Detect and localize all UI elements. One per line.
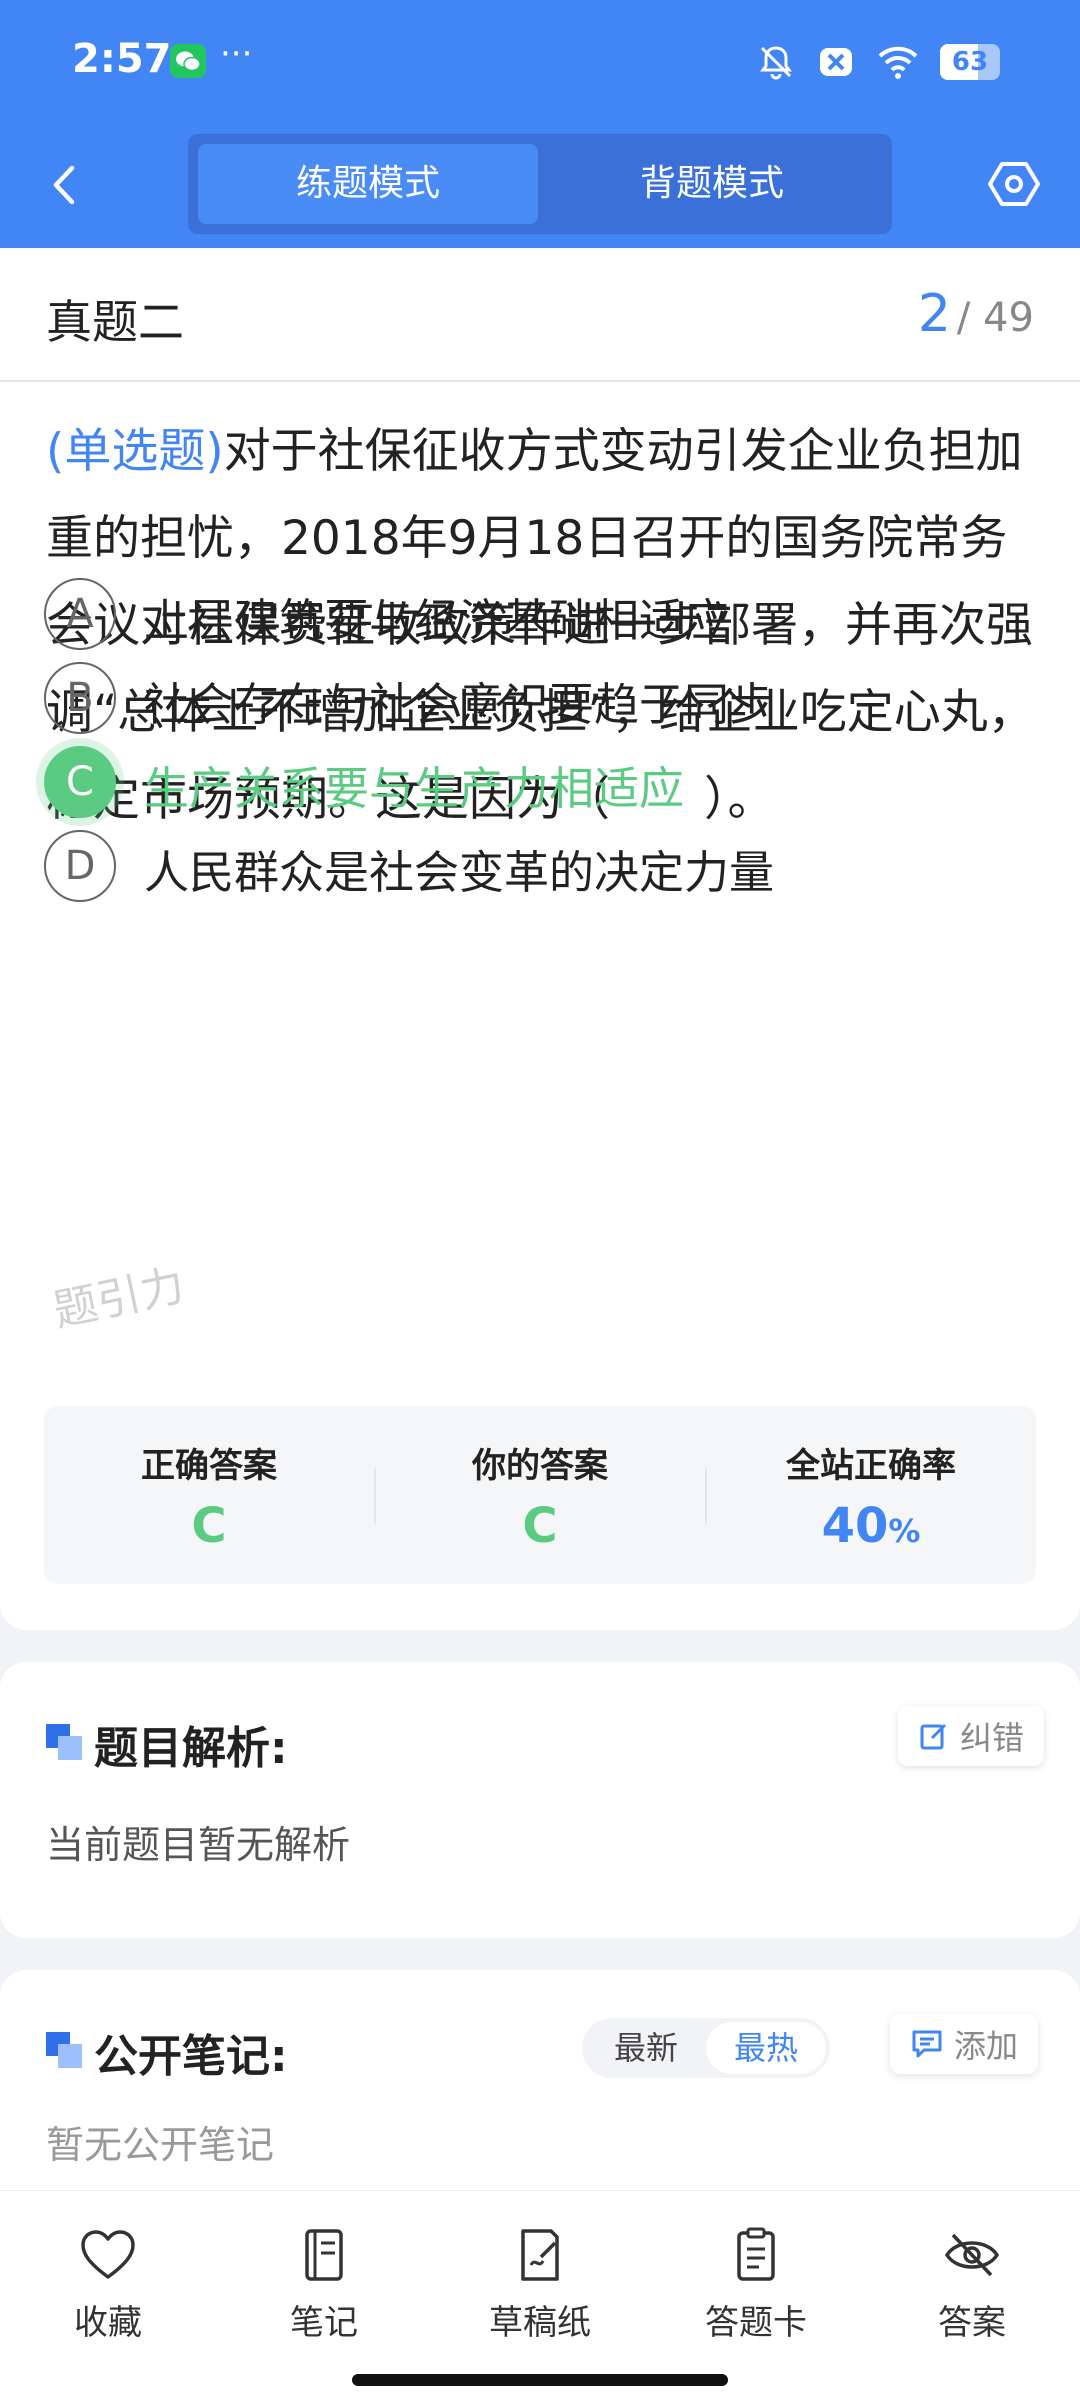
option-text: 人民群众是社会变革的决定力量 [144, 846, 775, 899]
nav-favorite[interactable]: 收藏 [0, 2227, 216, 2357]
draft-icon [521, 2229, 559, 2281]
your-answer: 你的答案 C [375, 1406, 705, 1584]
option-b[interactable]: B 社会存在与社会意识要趋于同步 [44, 662, 1034, 742]
more-notifications-icon: ··· [220, 34, 253, 74]
mode-switch: 练题模式 背题模式 [188, 134, 892, 234]
back-arrow-icon[interactable] [40, 160, 90, 210]
nav-label: 笔记 [290, 2303, 358, 2343]
notebook-icon [305, 2229, 343, 2281]
option-d[interactable]: D 人民群众是社会变革的决定力量 [44, 830, 1034, 910]
option-c[interactable]: C 生产关系要与生产力相适应 [44, 746, 1034, 826]
edit-icon [920, 1723, 947, 1750]
add-note-label: 添加 [954, 2027, 1019, 2065]
option-letter: C [44, 746, 116, 818]
answer-summary: 正确答案 C 你的答案 C 全站正确率 40% [44, 1406, 1036, 1584]
accuracy-number: 40 [821, 1498, 889, 1554]
nav-label: 收藏 [74, 2303, 142, 2343]
your-answer-label: 你的答案 [472, 1446, 608, 1486]
option-letter: B [44, 662, 116, 734]
current-question-number: 2 [917, 284, 951, 344]
notes-card: 公开笔记: 最新 最热 添加 暂无公开笔记 [0, 1970, 1080, 2190]
correct-answer-label: 正确答案 [141, 1446, 277, 1486]
nav-draft[interactable]: 草稿纸 [432, 2227, 648, 2357]
add-note-button[interactable]: 添加 [890, 2014, 1039, 2074]
notes-title: 公开笔记: [94, 2031, 288, 2082]
site-accuracy-value: 40% [706, 1498, 1036, 1554]
nav-label: 草稿纸 [489, 2303, 591, 2343]
option-letter: D [44, 830, 116, 902]
report-error-button[interactable]: 纠错 [898, 1706, 1045, 1766]
heart-icon [81, 2230, 135, 2279]
analysis-title: 题目解析: [94, 1723, 288, 1774]
question-counter: 2/ 49 [918, 284, 1034, 344]
status-time: 2:57 [72, 36, 172, 82]
analysis-card: 题目解析: 纠错 当前题目暂无解析 [0, 1662, 1080, 1938]
question-header: 真题二 2/ 49 [0, 248, 1080, 382]
option-text: 生产关系要与生产力相适应 [144, 762, 685, 815]
comment-icon [912, 2030, 942, 2058]
battery-indicator: 63 [940, 44, 1000, 80]
wechat-icon [170, 44, 206, 78]
wifi-icon [878, 46, 918, 79]
section-square-icon [46, 2032, 82, 2068]
question-card: 真题二 2/ 49 (单选题)对于社保征收方式变动引发企业负担加重的担忧，201… [0, 248, 1080, 1630]
status-bar: 2:57 ··· 63 [0, 0, 1080, 120]
no-sim-icon [820, 48, 852, 76]
nav-answer-card[interactable]: 答题卡 [648, 2227, 864, 2357]
nav-label: 答题卡 [705, 2303, 807, 2343]
site-accuracy: 全站正确率 40% [706, 1406, 1036, 1584]
mute-bell-icon [760, 46, 792, 80]
nav-notes[interactable]: 笔记 [216, 2227, 432, 2357]
correct-answer: 正确答案 C [44, 1406, 374, 1584]
option-text: 上层建筑要与经济基础相适应 [144, 594, 730, 647]
nav-label: 答案 [938, 2303, 1006, 2343]
top-app-bar: 2:57 ··· 63 练题模式 背题模式 [0, 0, 1080, 248]
home-indicator[interactable] [352, 2374, 728, 2386]
tab-recite-mode[interactable]: 背题模式 [542, 144, 882, 224]
battery-level: 63 [951, 47, 989, 77]
correct-answer-value: C [191, 1498, 227, 1554]
settings-hex-icon[interactable] [986, 156, 1042, 212]
notes-sort-tabs: 最新 最热 [582, 2018, 830, 2078]
nav-toggle-answer[interactable]: 答案 [864, 2227, 1080, 2357]
section-square-icon [46, 1724, 82, 1760]
site-accuracy-label: 全站正确率 [786, 1446, 956, 1486]
option-text: 社会存在与社会意识要趋于同步 [144, 678, 775, 731]
answer-card-icon [737, 2227, 775, 2281]
report-error-label: 纠错 [960, 1719, 1025, 1757]
tab-practice-mode[interactable]: 练题模式 [198, 144, 538, 224]
your-answer-value: C [522, 1498, 558, 1554]
total-questions: / 49 [956, 295, 1034, 341]
bottom-toolbar: 收藏 笔记 草稿纸 答题卡 答案 [0, 2190, 1080, 2401]
question-type: (单选题) [46, 424, 224, 479]
accuracy-unit: % [888, 1512, 921, 1550]
section-title: 真题二 [46, 295, 184, 349]
sort-hottest-tab[interactable]: 最热 [706, 2022, 826, 2074]
eye-off-icon [944, 2233, 1000, 2277]
analysis-body: 当前题目暂无解析 [46, 1823, 351, 1867]
sort-newest-tab[interactable]: 最新 [586, 2018, 706, 2078]
option-a[interactable]: A 上层建筑要与经济基础相适应 [44, 578, 1034, 658]
option-letter: A [44, 578, 116, 650]
notes-body: 暂无公开笔记 [46, 2123, 275, 2167]
